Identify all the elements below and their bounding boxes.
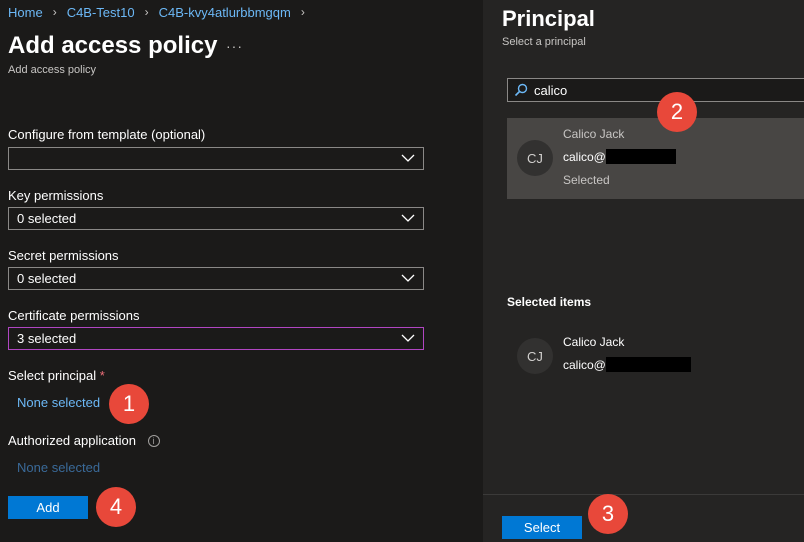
selected-item[interactable]: CJ Calico Jack calico@ bbox=[507, 326, 804, 386]
redaction-bar bbox=[605, 357, 691, 372]
principal-panel: Principal Select a principal calico CJ C… bbox=[483, 0, 804, 542]
breadcrumb-home[interactable]: Home bbox=[8, 5, 43, 20]
select-button[interactable]: Select bbox=[502, 516, 582, 539]
principal-search-input[interactable]: calico bbox=[507, 78, 804, 102]
key-permissions-dropdown[interactable]: 0 selected bbox=[8, 207, 424, 230]
add-access-policy-blade: Home › C4B-Test10 › C4B-kvy4atlurbbmgqm … bbox=[0, 0, 483, 542]
principal-search-value: calico bbox=[534, 82, 568, 98]
step-badge-2: 2 bbox=[657, 92, 697, 132]
key-permissions-label: Key permissions bbox=[8, 188, 104, 203]
chevron-down-icon bbox=[401, 334, 415, 342]
result-status: Selected bbox=[563, 173, 610, 187]
step-badge-1: 1 bbox=[109, 384, 149, 424]
step-badge-3: 3 bbox=[588, 494, 628, 534]
redaction-bar bbox=[605, 149, 676, 164]
principal-panel-title: Principal bbox=[502, 6, 595, 31]
authorized-application-label-text: Authorized application bbox=[8, 433, 136, 448]
page-subtitle: Add access policy bbox=[8, 64, 97, 76]
principal-panel-subtitle: Select a principal bbox=[502, 36, 586, 48]
selected-name: Calico Jack bbox=[563, 335, 625, 349]
principal-result-item[interactable]: CJ Calico Jack calico@ Selected bbox=[507, 118, 804, 199]
chevron-down-icon bbox=[401, 154, 415, 162]
footer-divider bbox=[483, 494, 804, 495]
result-email: calico@ bbox=[563, 149, 676, 164]
certificate-permissions-dropdown[interactable]: 3 selected bbox=[8, 327, 424, 350]
more-options-icon[interactable]: ··· bbox=[226, 38, 243, 54]
result-email-prefix: calico@ bbox=[563, 149, 606, 164]
search-icon bbox=[514, 83, 528, 97]
authorized-application-link: None selected bbox=[17, 460, 101, 475]
step-badge-4: 4 bbox=[96, 487, 136, 527]
breadcrumb-key-vault[interactable]: C4B-kvy4atlurbbmgqm bbox=[159, 5, 291, 20]
required-asterisk: * bbox=[99, 368, 105, 383]
page-title: Add access policy bbox=[8, 32, 218, 59]
select-principal-label-text: Select principal bbox=[8, 368, 97, 383]
avatar: CJ bbox=[517, 140, 553, 176]
authorized-application-label: Authorized application i bbox=[8, 433, 160, 448]
template-label: Configure from template (optional) bbox=[8, 127, 206, 142]
select-principal-label: Select principal * bbox=[8, 368, 105, 383]
key-permissions-value: 0 selected bbox=[17, 211, 77, 226]
secret-permissions-value: 0 selected bbox=[17, 271, 77, 286]
secret-permissions-label: Secret permissions bbox=[8, 248, 119, 263]
selected-email: calico@ bbox=[563, 357, 691, 372]
result-name: Calico Jack bbox=[563, 127, 625, 141]
chevron-down-icon bbox=[401, 274, 415, 282]
certificate-permissions-label: Certificate permissions bbox=[8, 308, 140, 323]
template-dropdown[interactable] bbox=[8, 147, 424, 170]
add-button[interactable]: Add bbox=[8, 496, 88, 519]
selected-email-prefix: calico@ bbox=[563, 357, 606, 372]
chevron-right-icon: › bbox=[144, 5, 149, 19]
chevron-right-icon: › bbox=[300, 5, 305, 19]
select-principal-link[interactable]: None selected bbox=[17, 395, 100, 410]
chevron-down-icon bbox=[401, 214, 415, 222]
selected-items-title: Selected items bbox=[507, 295, 592, 309]
info-icon[interactable]: i bbox=[147, 435, 160, 447]
secret-permissions-dropdown[interactable]: 0 selected bbox=[8, 267, 424, 290]
avatar: CJ bbox=[517, 338, 553, 374]
breadcrumb: Home › C4B-Test10 › C4B-kvy4atlurbbmgqm … bbox=[8, 5, 305, 20]
chevron-right-icon: › bbox=[52, 5, 57, 19]
breadcrumb-resource-group[interactable]: C4B-Test10 bbox=[67, 5, 135, 20]
certificate-permissions-value: 3 selected bbox=[17, 331, 77, 346]
